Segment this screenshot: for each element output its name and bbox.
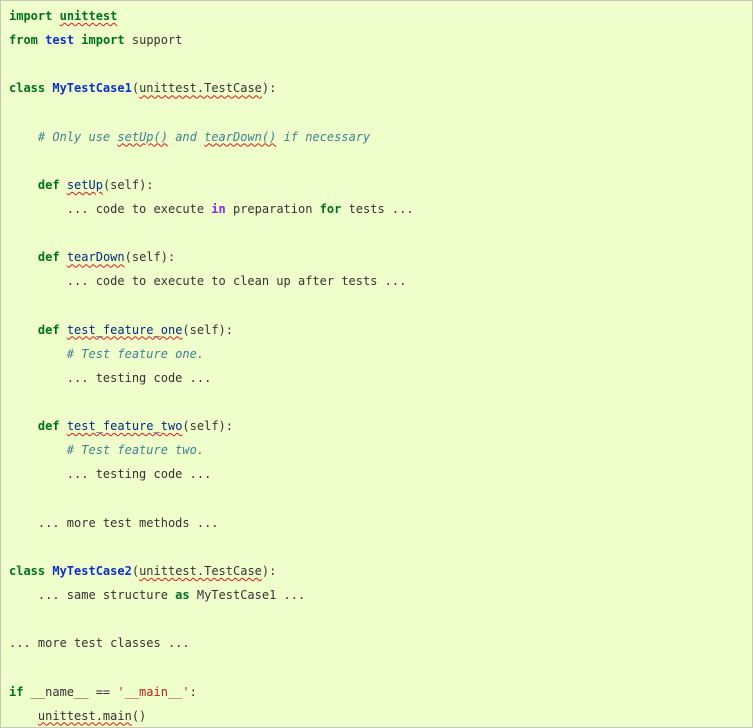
code-token: unittest.TestCase <box>139 563 262 578</box>
code-token: setUp <box>66 177 103 192</box>
code-line: ... testing code ... <box>9 366 414 390</box>
code-line: class MyTestCase2(unittest.TestCase): <box>9 559 414 583</box>
code-token: __name__ == <box>23 684 118 699</box>
code-token: def <box>37 419 60 434</box>
code-token: tearDown <box>66 250 125 265</box>
code-token: ): <box>261 563 277 578</box>
code-token: class <box>9 81 46 96</box>
code-token: from <box>9 33 38 48</box>
code-token: def <box>37 177 60 192</box>
code-token: unittest.TestCase <box>139 81 262 96</box>
code-token: # Test feature one. <box>66 346 205 361</box>
code-line: def test_feature_one(self): <box>9 318 414 342</box>
code-line: ... more test classes ... <box>9 631 414 655</box>
code-token: test_feature_one <box>66 322 183 337</box>
code-token: ... more test classes ... <box>9 636 190 651</box>
code-token: ( <box>131 81 140 96</box>
code-token: class <box>9 563 46 578</box>
code-token: MyTestCase1 <box>52 81 132 96</box>
code-line: if __name__ == '__main__': <box>9 680 414 704</box>
code-token: '__main__' <box>117 684 190 699</box>
code-token: and <box>167 129 205 144</box>
code-line: ... same structure as MyTestCase1 ... <box>9 583 414 607</box>
code-token: ... testing code ... <box>9 370 212 385</box>
code-token: (self): <box>102 177 154 192</box>
code-block-frame: import unittest from test import support … <box>0 0 753 728</box>
code-token: support <box>124 33 183 48</box>
code-token: def <box>37 322 60 337</box>
code-token: preparation <box>225 202 320 216</box>
code-token: if <box>9 684 24 699</box>
code-token: # Only use <box>37 129 118 144</box>
code-token: () <box>131 708 147 723</box>
code-token: tests ... <box>341 202 414 216</box>
code-line: import unittest <box>9 4 414 28</box>
code-token: (self): <box>182 322 233 337</box>
code-token: (self): <box>124 250 176 265</box>
code-token: ... more test methods ... <box>9 515 219 530</box>
code-token: for <box>319 202 342 216</box>
code-line: ... code to execute in preparation for t… <box>9 197 414 221</box>
code-token: MyTestCase2 <box>52 563 132 578</box>
code-token: setUp() <box>117 129 168 144</box>
code-line: # Only use setUp() and tearDown() if nec… <box>9 125 414 149</box>
code-token: ): <box>261 81 277 96</box>
code-token: test <box>45 33 75 48</box>
code-token: unittest <box>59 9 118 23</box>
code-token: test_feature_two <box>66 419 183 434</box>
code-line: class MyTestCase1(unittest.TestCase): <box>9 76 414 100</box>
code-token: in <box>211 202 226 216</box>
code-token: MyTestCase1 ... <box>189 588 306 602</box>
code-token: : <box>189 684 197 699</box>
code-line: ... testing code ... <box>9 462 414 486</box>
code-line: unittest.main() <box>9 704 414 728</box>
code-line: def tearDown(self): <box>9 245 414 269</box>
code-line: ... more test methods ... <box>9 511 414 535</box>
code-token: ... code to execute to clean up after te… <box>9 274 407 289</box>
code-line: # Test feature two. <box>9 438 414 462</box>
code-token: ( <box>131 563 140 578</box>
code-token: tearDown() <box>204 129 277 144</box>
code-token: ... code to execute <box>9 202 212 216</box>
code-token: (self): <box>182 419 233 434</box>
code-block: import unittest from test import support … <box>9 4 414 728</box>
code-token: # Test feature two. <box>66 443 205 458</box>
code-line: # Test feature one. <box>9 342 414 366</box>
code-line: def test_feature_two(self): <box>9 414 414 438</box>
code-token: as <box>175 588 190 602</box>
code-token: import <box>9 9 53 23</box>
code-token: def <box>37 250 60 265</box>
code-token: ... same structure <box>9 588 176 602</box>
code-line: def setUp(self): <box>9 173 414 197</box>
code-token: unittest.main <box>37 708 132 723</box>
code-line: from test import support <box>9 28 414 52</box>
code-line: ... code to execute to clean up after te… <box>9 269 414 293</box>
code-token: ... testing code ... <box>9 467 212 482</box>
code-token: import <box>81 33 125 48</box>
code-token: if necessary <box>276 129 371 144</box>
